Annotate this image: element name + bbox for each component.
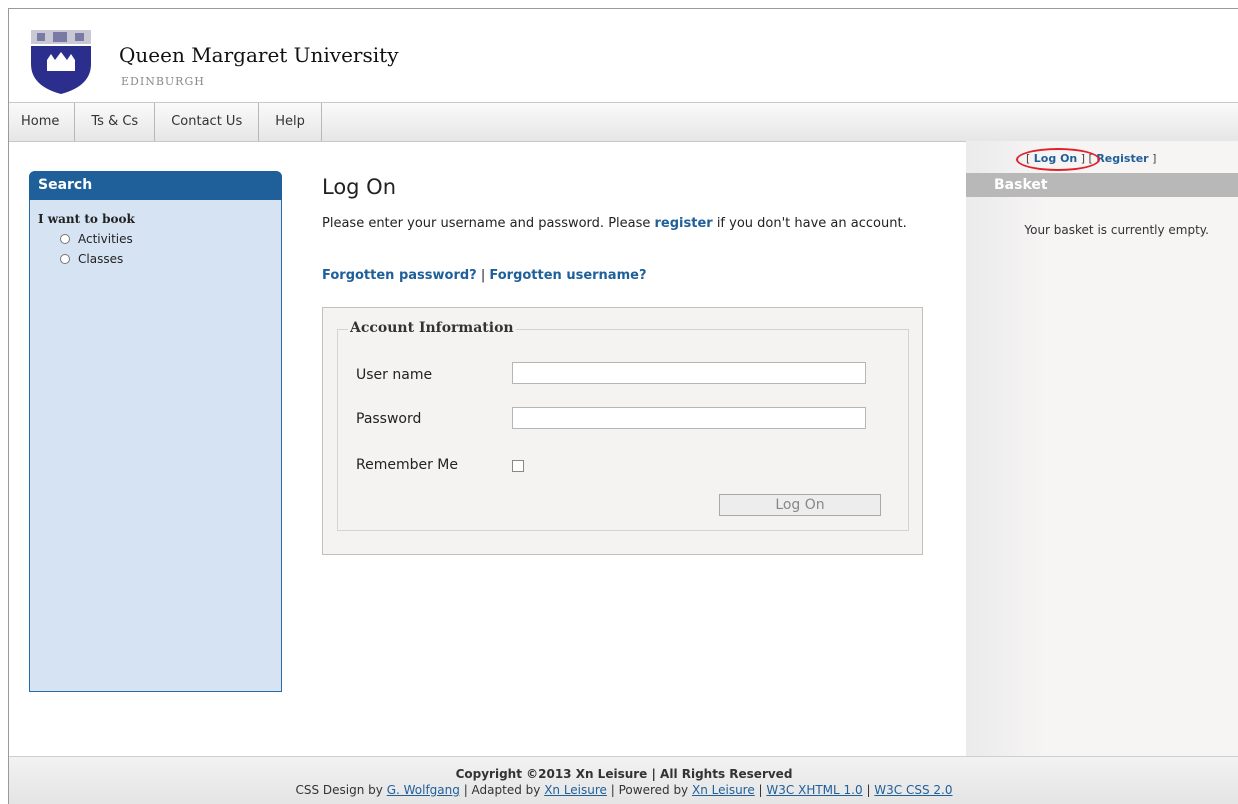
intro-text-end: if you don't have an account. [712,216,907,231]
adapted-link[interactable]: Xn Leisure [544,783,607,797]
forgotten-links: Forgotten password? | Forgotten username… [322,268,647,283]
site-header: Queen Margaret University EDINBURGH [9,9,1238,102]
footer-sep-2: | [862,783,875,797]
forgot-username-link[interactable]: Forgotten username? [489,268,646,283]
design-prefix: CSS Design by [295,783,387,797]
register-link[interactable]: register [655,216,713,231]
nav-contact-us[interactable]: Contact Us [155,103,260,141]
university-name: Queen Margaret University [119,43,399,67]
credits-line: CSS Design by G. Wolfgang | Adapted by X… [9,783,1238,797]
username-label: User name [356,367,433,383]
register-top-link[interactable]: Register [1096,152,1148,165]
university-crest-logo [31,30,91,94]
page-frame: Queen Margaret University EDINBURGH Home… [8,8,1238,804]
nav-terms[interactable]: Ts & Cs [75,103,156,141]
search-panel: Search I want to book Activities Classes [29,171,282,692]
forgot-separator: | [476,268,490,283]
bracket-close: ] [1148,152,1157,165]
log-on-highlight-circle [1016,148,1100,171]
remember-me-label: Remember Me [356,457,458,473]
password-label: Password [356,411,422,427]
account-information-fieldset: Account Information User name Password R… [337,320,909,531]
copyright-text: Copyright ©2013 Xn Leisure | All Rights … [455,767,793,781]
username-input[interactable] [512,362,866,384]
powered-prefix: | Powered by [606,783,692,797]
password-input[interactable] [512,407,866,429]
main-nav: Home Ts & Cs Contact Us Help [9,102,1238,142]
option-activities-label: Activities [78,232,133,246]
page-title: Log On [322,175,397,199]
university-location: EDINBURGH [121,75,205,88]
basket-empty-message: Your basket is currently empty. [1024,223,1209,237]
adapted-prefix: | Adapted by [459,783,545,797]
forgot-password-link[interactable]: Forgotten password? [322,268,477,283]
intro-text-start: Please enter your username and password.… [322,216,655,231]
option-activities[interactable]: Activities [60,232,281,246]
remember-me-checkbox[interactable] [512,460,524,472]
radio-activities[interactable] [60,234,70,244]
option-classes-label: Classes [78,252,124,266]
powered-link[interactable]: Xn Leisure [692,783,755,797]
log-on-button[interactable]: Log On [719,494,881,516]
basket-title: Basket [966,173,1238,197]
option-classes[interactable]: Classes [60,252,281,266]
radio-classes[interactable] [60,254,70,264]
intro-text: Please enter your username and password.… [322,214,932,234]
search-subtitle: I want to book [38,212,135,226]
nav-help[interactable]: Help [259,103,322,141]
site-footer: Copyright ©2013 Xn Leisure | All Rights … [9,756,1238,804]
css-link[interactable]: W3C CSS 2.0 [874,783,952,797]
fieldset-legend: Account Information [348,320,516,336]
search-panel-title: Search [29,171,282,200]
login-form: Account Information User name Password R… [322,307,923,555]
nav-home[interactable]: Home [9,103,76,141]
designer-link[interactable]: G. Wolfgang [387,783,460,797]
footer-sep-1: | [754,783,767,797]
xhtml-link[interactable]: W3C XHTML 1.0 [766,783,862,797]
